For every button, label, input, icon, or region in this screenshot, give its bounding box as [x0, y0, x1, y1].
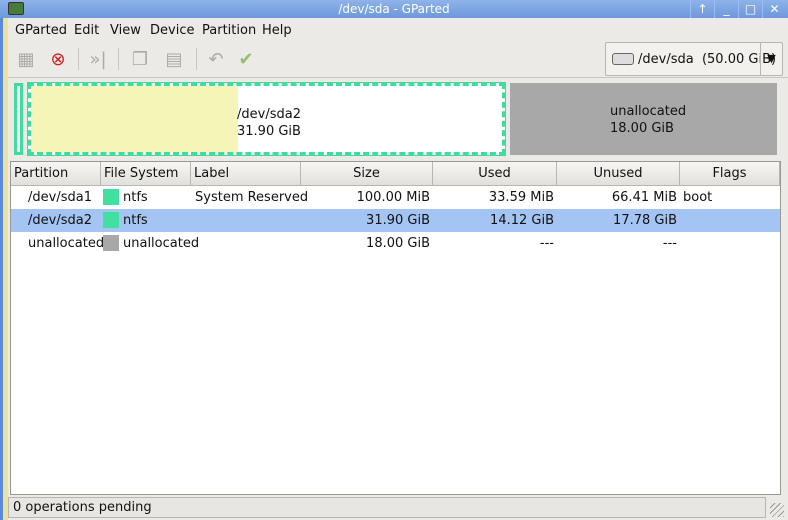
column-header-label[interactable]: Label: [191, 162, 301, 186]
menu-help[interactable]: Help: [262, 23, 292, 38]
separator: [118, 48, 119, 70]
fs-cell: ntfs: [123, 213, 148, 228]
block-size: 18.00 GiB: [610, 121, 674, 136]
unused-cell: 17.78 GiB: [613, 213, 677, 228]
partition-block-sda2[interactable]: /dev/sda2 31.90 GiB: [27, 82, 506, 156]
maximize-button[interactable]: □: [738, 0, 762, 18]
table-row[interactable]: /dev/sda1 ntfs System Reserved 100.00 Mi…: [11, 186, 780, 209]
table-row[interactable]: /dev/sda2 ntfs 31.90 GiB 14.12 GiB 17.78…: [11, 209, 780, 232]
resize-move-icon[interactable]: »|: [86, 48, 110, 72]
status-bar: 0 operations pending: [8, 497, 766, 518]
menu-partition[interactable]: Partition: [202, 23, 256, 38]
title-bar: /dev/sda - GParted ↑ _ □ ✕: [0, 0, 788, 18]
partition-block-sda1[interactable]: [14, 83, 23, 155]
paste-icon[interactable]: ▤: [162, 48, 186, 72]
status-text: 0 operations pending: [13, 500, 152, 515]
used-space-fill: [31, 86, 239, 152]
desktop-edge: [0, 18, 8, 520]
column-header-unused[interactable]: Unused: [557, 162, 680, 186]
column-header-size[interactable]: Size: [301, 162, 433, 186]
separator: [78, 48, 79, 70]
block-name: /dev/sda2: [237, 107, 301, 122]
block-name: unallocated: [610, 104, 687, 119]
unused-cell: 66.41 MiB: [611, 190, 677, 205]
partition-block-unallocated[interactable]: unallocated 18.00 GiB: [510, 83, 777, 155]
minimize-button[interactable]: _: [714, 0, 738, 18]
menu-bar: GParted Edit View Device Partition Help: [8, 18, 788, 42]
disk-icon: [612, 53, 634, 65]
delete-icon[interactable]: ⊗: [46, 48, 70, 72]
device-label: /dev/sda (50.00 GiB): [638, 52, 777, 67]
new-partition-icon[interactable]: ▦: [14, 48, 38, 72]
fs-color-swatch: [103, 189, 119, 205]
column-header-file-system[interactable]: File System: [101, 162, 191, 186]
table-row[interactable]: unallocated unallocated 18.00 GiB --- --…: [11, 232, 780, 255]
unused-cell: ---: [662, 236, 677, 251]
menu-gparted[interactable]: GParted: [15, 23, 67, 38]
separator: [196, 48, 197, 70]
used-cell: 33.59 MiB: [488, 190, 554, 205]
chevron-down-icon[interactable]: ▼: [760, 43, 782, 75]
column-header-flags[interactable]: Flags: [680, 162, 780, 186]
used-cell: ---: [539, 236, 554, 251]
shade-button[interactable]: ↑: [690, 0, 714, 18]
size-cell: 31.90 GiB: [366, 213, 430, 228]
partition-cell: /dev/sda2: [28, 213, 92, 228]
partition-cell: /dev/sda1: [28, 190, 92, 205]
apply-icon[interactable]: ✔: [234, 48, 258, 72]
device-selector[interactable]: /dev/sda (50.00 GiB) ▼: [605, 42, 783, 76]
flags-cell: boot: [683, 190, 713, 205]
window-title: /dev/sda - GParted: [338, 2, 450, 16]
label-cell: System Reserved: [195, 190, 309, 205]
close-button[interactable]: ✕: [762, 0, 786, 18]
fs-cell: unallocated: [123, 236, 200, 251]
size-cell: 100.00 MiB: [356, 190, 430, 205]
column-header-used[interactable]: Used: [433, 162, 557, 186]
fs-color-swatch: [103, 235, 119, 251]
used-cell: 14.12 GiB: [490, 213, 554, 228]
fs-cell: ntfs: [123, 190, 148, 205]
fs-color-swatch: [103, 212, 119, 228]
copy-icon[interactable]: ❐: [128, 48, 152, 72]
size-cell: 18.00 GiB: [366, 236, 430, 251]
menu-device[interactable]: Device: [150, 23, 194, 38]
menu-edit[interactable]: Edit: [74, 23, 99, 38]
menu-view[interactable]: View: [110, 23, 141, 38]
partition-table: Partition File System Label Size Used Un…: [10, 161, 781, 495]
column-header-partition[interactable]: Partition: [11, 162, 101, 186]
block-size: 31.90 GiB: [237, 124, 301, 139]
disk-map: /dev/sda2 31.90 GiB unallocated 18.00 GiB: [10, 80, 780, 158]
partition-cell: unallocated: [28, 236, 105, 251]
resize-grip[interactable]: [770, 503, 784, 517]
undo-icon[interactable]: ↶: [204, 48, 228, 72]
